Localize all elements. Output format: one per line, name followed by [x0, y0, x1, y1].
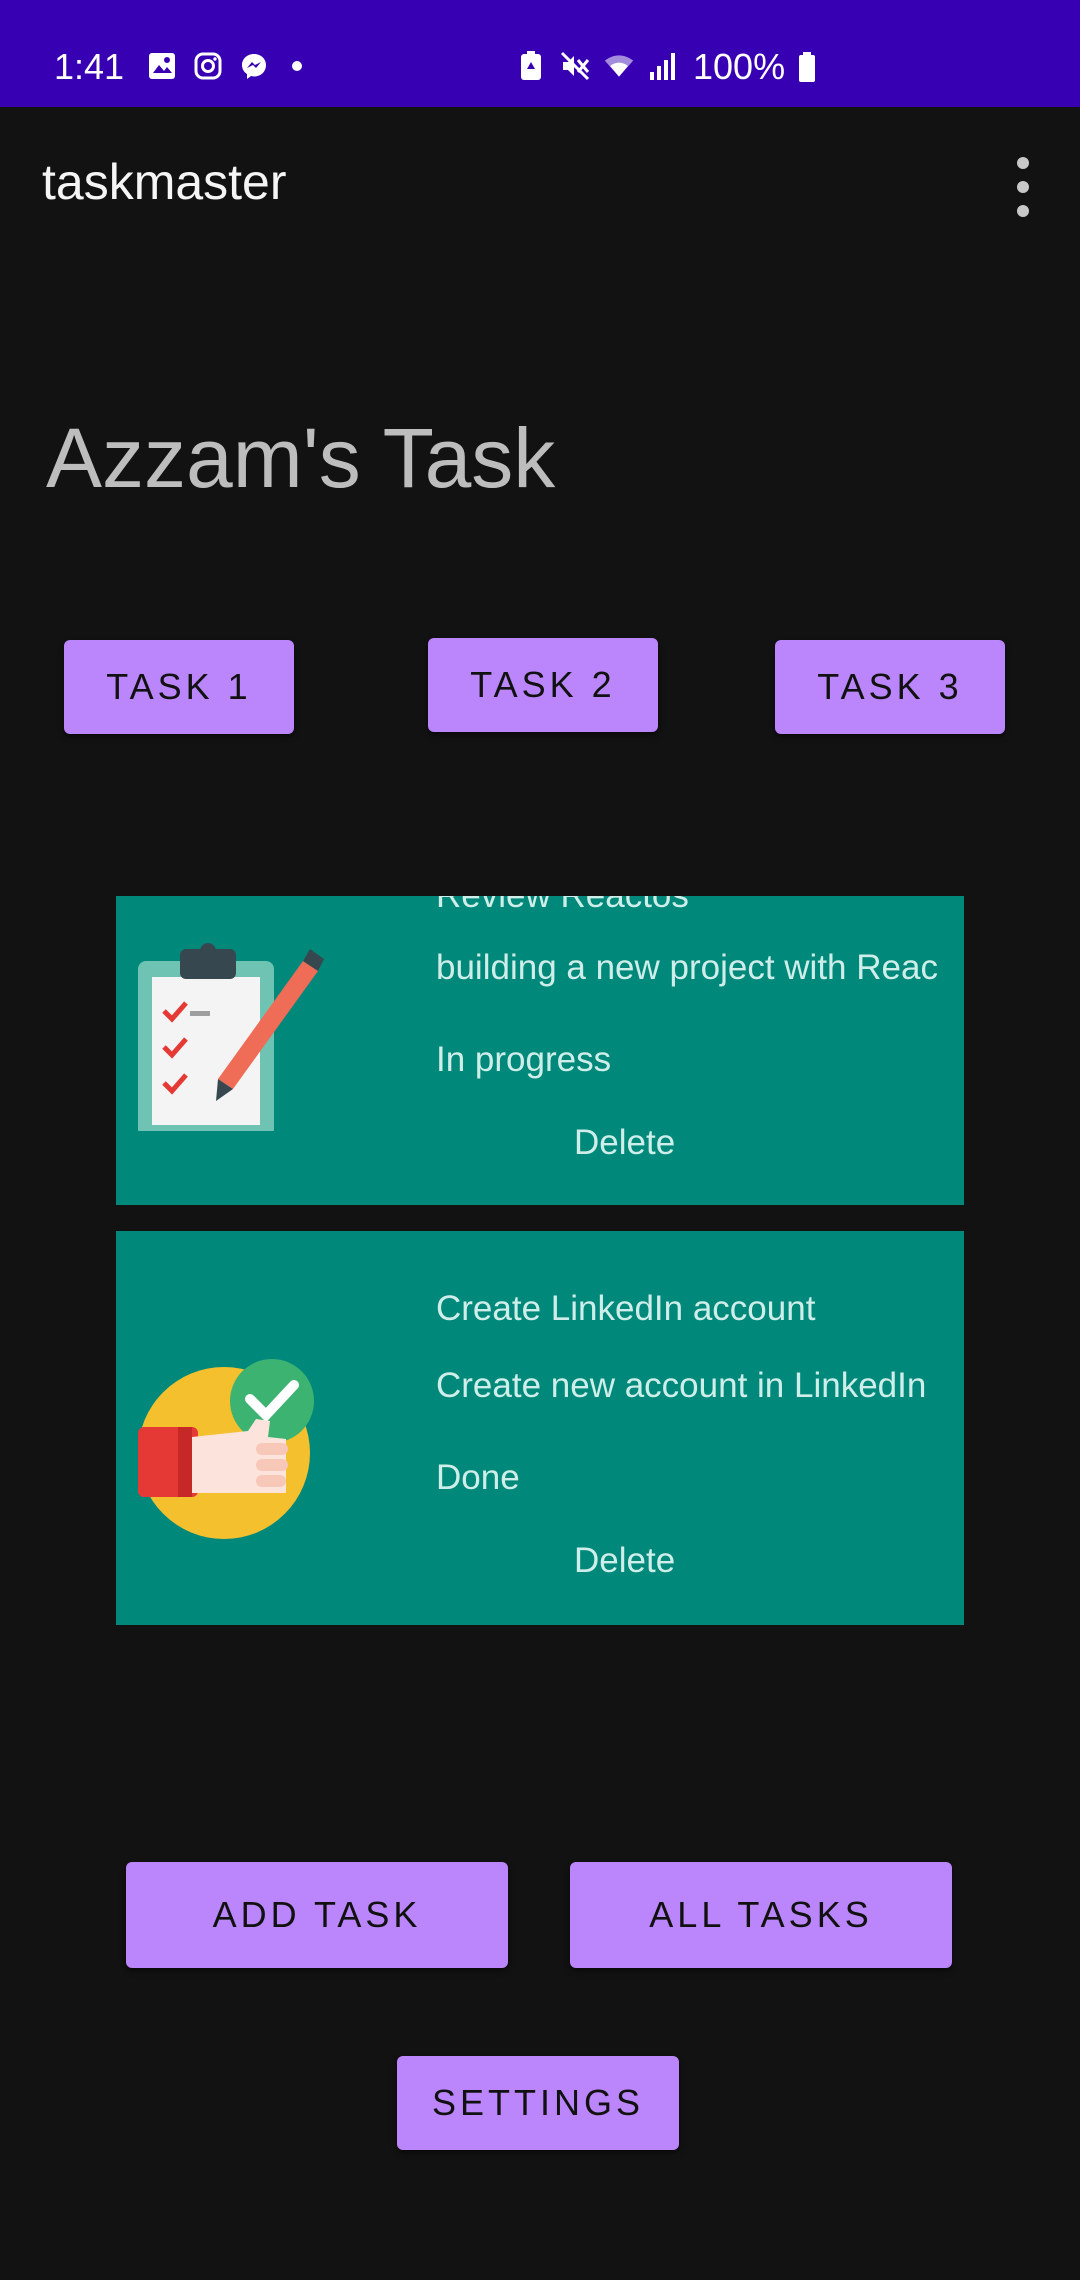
task-title: Review Reactos — [436, 896, 689, 916]
task-body: building a new project with Reac — [436, 948, 938, 987]
status-time: 1:41 — [54, 46, 125, 87]
more-vert-icon[interactable] — [1005, 157, 1041, 217]
app-bar: taskmaster — [0, 107, 1080, 257]
signal-icon — [647, 50, 679, 82]
clipboard-checklist-icon — [138, 941, 328, 1137]
battery-saver-icon — [515, 50, 547, 82]
thumbs-up-check-icon — [138, 1359, 328, 1554]
task-2-button[interactable]: TASK 2 — [428, 638, 658, 732]
notification-icons — [146, 50, 302, 82]
image-icon — [146, 50, 178, 82]
delete-button[interactable]: Delete — [574, 1541, 675, 1581]
instagram-icon — [192, 50, 224, 82]
add-task-button[interactable]: ADD TASK — [126, 1862, 508, 1968]
battery-percent-text: 100% — [693, 46, 786, 87]
battery-icon — [799, 52, 816, 82]
task-state: Done — [436, 1458, 520, 1497]
dot-icon — [292, 61, 302, 71]
delete-button[interactable]: Delete — [574, 1123, 675, 1163]
task-1-button[interactable]: TASK 1 — [64, 640, 294, 734]
mute-icon — [559, 50, 591, 82]
task-title: Create LinkedIn account — [436, 1289, 816, 1328]
battery-percent: 100% — [693, 46, 817, 88]
task-card[interactable]: Create LinkedIn account Create new accou… — [116, 1231, 964, 1625]
task-card[interactable]: Review Reactos building a new project wi… — [116, 896, 964, 1205]
page-heading: Azzam's Task — [46, 411, 556, 505]
task-state: In progress — [436, 1040, 612, 1079]
task-body: Create new account in LinkedIn — [436, 1366, 927, 1405]
all-tasks-button[interactable]: ALL TASKS — [570, 1862, 952, 1968]
status-bar: 1:41 100% — [0, 0, 1080, 107]
app-title: taskmaster — [42, 154, 287, 210]
task-3-button[interactable]: TASK 3 — [775, 640, 1005, 734]
settings-button[interactable]: SETTINGS — [397, 2056, 679, 2150]
wifi-icon — [603, 50, 635, 82]
messenger-icon — [238, 50, 270, 82]
system-icons — [515, 50, 679, 82]
